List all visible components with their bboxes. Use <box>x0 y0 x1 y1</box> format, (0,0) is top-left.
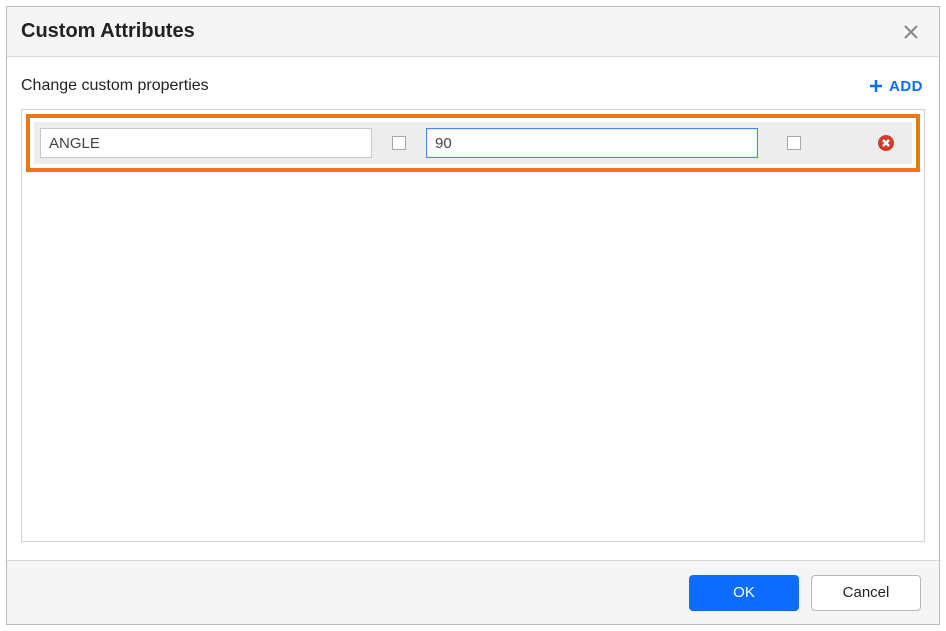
add-button-label: ADD <box>889 78 923 95</box>
dialog-title: Custom Attributes <box>21 20 897 43</box>
close-icon <box>904 25 918 39</box>
cell-check-2 <box>758 136 830 150</box>
cell-name <box>40 128 372 158</box>
attribute-name-input[interactable] <box>40 128 372 158</box>
cell-delete <box>830 135 902 151</box>
custom-attributes-dialog: Custom Attributes Change custom properti… <box>6 6 940 625</box>
attribute-value-input[interactable] <box>426 128 758 158</box>
delete-row-button[interactable] <box>878 135 894 151</box>
delete-icon <box>882 139 890 147</box>
cancel-button-label: Cancel <box>843 584 890 601</box>
cancel-button[interactable]: Cancel <box>811 575 921 611</box>
row-highlight <box>26 114 920 172</box>
ok-button-label: OK <box>733 584 755 601</box>
ok-button[interactable]: OK <box>689 575 799 611</box>
dialog-body: Change custom properties ADD <box>7 57 939 560</box>
subheader-label: Change custom properties <box>21 77 209 95</box>
row-checkbox-2[interactable] <box>787 136 801 150</box>
row-checkbox-1[interactable] <box>392 136 406 150</box>
subheader: Change custom properties ADD <box>21 71 925 101</box>
plus-icon <box>869 79 883 93</box>
cell-value <box>426 128 758 158</box>
cell-check-1 <box>372 136 426 150</box>
attributes-panel <box>21 109 925 542</box>
dialog-titlebar: Custom Attributes <box>7 7 939 57</box>
dialog-footer: OK Cancel <box>7 560 939 624</box>
attribute-row <box>34 122 912 164</box>
add-button[interactable]: ADD <box>867 76 925 97</box>
close-button[interactable] <box>897 18 925 46</box>
